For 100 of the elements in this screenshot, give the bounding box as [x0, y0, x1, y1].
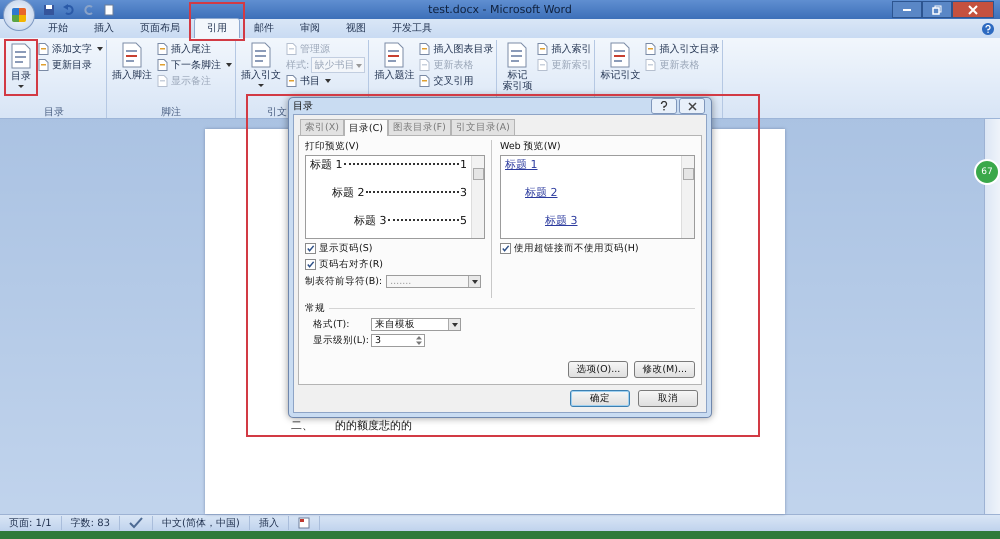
levels-label: 显示级别(L):	[313, 334, 370, 347]
help-icon[interactable]	[982, 23, 994, 35]
checkbox[interactable]	[305, 259, 316, 270]
dialog-button[interactable]: 选项(O)...	[568, 361, 628, 378]
paragraph-text: 的的额度悲的的	[335, 418, 412, 433]
ribbon-large-button[interactable]: 插入脚注	[110, 40, 154, 83]
caret-icon	[356, 64, 362, 68]
toc-preview-entry: 标题 2 3	[332, 186, 467, 201]
ribbon-button[interactable]: 下一条脚注	[157, 57, 232, 72]
ribbon-button[interactable]: 插入引文目录	[645, 41, 720, 56]
group-label: 引文	[267, 107, 287, 118]
toc-link[interactable]: 标题 3	[545, 214, 578, 227]
document-icon	[157, 42, 168, 54]
document-icon	[286, 42, 297, 54]
ribbon-large-button[interactable]: 插入引文	[239, 40, 283, 89]
format-dropdown[interactable]: 来自模板	[371, 318, 461, 331]
minimize-icon	[903, 8, 911, 10]
document-icon	[249, 42, 273, 68]
ribbon-button[interactable]: 插入索引	[537, 41, 592, 56]
minimize-button[interactable]	[892, 1, 922, 18]
restore-icon	[932, 4, 942, 14]
levels-spinner[interactable]: 3	[371, 334, 425, 347]
toc-link[interactable]: 标题 1	[505, 158, 538, 171]
ribbon-button[interactable]: 添加文字	[38, 41, 103, 56]
ribbon-tab[interactable]: 视图	[334, 19, 378, 38]
document-icon	[38, 42, 49, 54]
group-label: 脚注	[161, 107, 181, 118]
document-icon[interactable]	[103, 4, 115, 16]
dropdown-arrow-button[interactable]	[448, 319, 460, 330]
help-button[interactable]	[651, 98, 677, 114]
document-icon	[419, 74, 430, 86]
dialog-tab[interactable]: 目录(C)	[344, 119, 388, 136]
ribbon-large-button[interactable]: 标记引文	[598, 40, 642, 83]
ribbon-large-button[interactable]: 标记 索引项	[500, 40, 534, 94]
dialog-button[interactable]: 修改(M)...	[634, 361, 695, 378]
close-icon	[688, 102, 696, 110]
ribbon-tab[interactable]: 邮件	[242, 19, 286, 38]
spinner-arrows-icon[interactable]	[416, 336, 422, 345]
ribbon-button[interactable]: 更新目录	[38, 57, 103, 72]
checkbox[interactable]	[500, 243, 511, 254]
document-icon	[419, 42, 430, 54]
status-item[interactable]: 插入	[250, 516, 289, 530]
document-icon	[645, 58, 656, 70]
cancel-button[interactable]: 取消	[638, 390, 698, 407]
ribbon-tab[interactable]: 审阅	[288, 19, 332, 38]
office-button[interactable]	[3, 0, 35, 30]
document-icon	[286, 74, 297, 86]
toc-link[interactable]: 标题 2	[525, 186, 558, 199]
ribbon-button[interactable]: 插入尾注	[157, 41, 232, 56]
close-button[interactable]	[679, 98, 705, 114]
document-icon	[537, 58, 548, 70]
ribbon-large-button[interactable]: 目录	[7, 41, 35, 90]
ribbon-large-button[interactable]: 插入题注	[372, 40, 416, 83]
caret-icon	[472, 280, 478, 284]
caret-icon	[452, 322, 458, 326]
status-item[interactable]: 字数: 83	[62, 516, 120, 530]
preview-label: Web 预览(W)	[500, 140, 562, 153]
format-label: 格式(T):	[313, 318, 350, 331]
document-icon	[157, 58, 168, 70]
ribbon-button[interactable]: 交叉引用	[419, 73, 494, 88]
ok-button[interactable]: 确定	[570, 390, 630, 407]
document-icon	[608, 42, 632, 68]
document-icon	[38, 58, 49, 70]
ribbon-tab[interactable]: 插入	[82, 19, 126, 38]
document-icon	[157, 74, 168, 86]
group-label: 目录	[44, 107, 64, 118]
status-item[interactable]: 中文(简体，中国)	[152, 516, 250, 530]
ribbon-tab[interactable]: 开发工具	[380, 19, 444, 38]
help-icon	[660, 101, 668, 111]
dialog-title: 目录	[293, 100, 313, 113]
ribbon-tab[interactable]: 引用	[194, 18, 240, 38]
ribbon-tab[interactable]: 页面布局	[128, 19, 192, 38]
status-item[interactable]: 页面: 1/1	[0, 516, 62, 530]
restore-button[interactable]	[922, 1, 952, 18]
preview-label: 打印预览(V)	[305, 140, 360, 153]
scrollbar[interactable]	[471, 156, 484, 238]
ribbon-button[interactable]: 插入图表目录	[419, 41, 494, 56]
dropdown-arrow-button[interactable]	[468, 276, 480, 287]
document-icon	[537, 42, 548, 54]
toc-preview-entry: 标题 1 1	[310, 158, 467, 173]
dialog-tab[interactable]: 索引(X)	[300, 119, 344, 135]
document-icon	[382, 42, 406, 68]
toc-preview-entry: 标题 3 5	[354, 214, 467, 229]
tab-leader-label: 制表符前导符(B):	[305, 275, 382, 288]
ribbon-tab[interactable]: 开始	[36, 19, 80, 38]
highlight-frame	[189, 2, 245, 41]
section-heading: 常规	[305, 302, 325, 315]
document-icon	[505, 42, 530, 68]
close-button[interactable]	[952, 1, 994, 18]
document-icon	[419, 58, 430, 70]
document-icon	[9, 43, 33, 69]
window-title: test.docx - Microsoft Word	[428, 3, 572, 16]
ribbon-button[interactable]: 书目	[286, 73, 366, 88]
checkbox-label: 使用超链接而不使用页码(H)	[514, 242, 639, 255]
checkbox-label: 页码右对齐(R)	[319, 258, 384, 271]
scrollbar[interactable]	[681, 156, 694, 238]
document-icon	[120, 42, 144, 68]
save-icon[interactable]	[43, 4, 55, 16]
office-logo-icon	[12, 8, 26, 22]
checkbox[interactable]	[305, 243, 316, 254]
